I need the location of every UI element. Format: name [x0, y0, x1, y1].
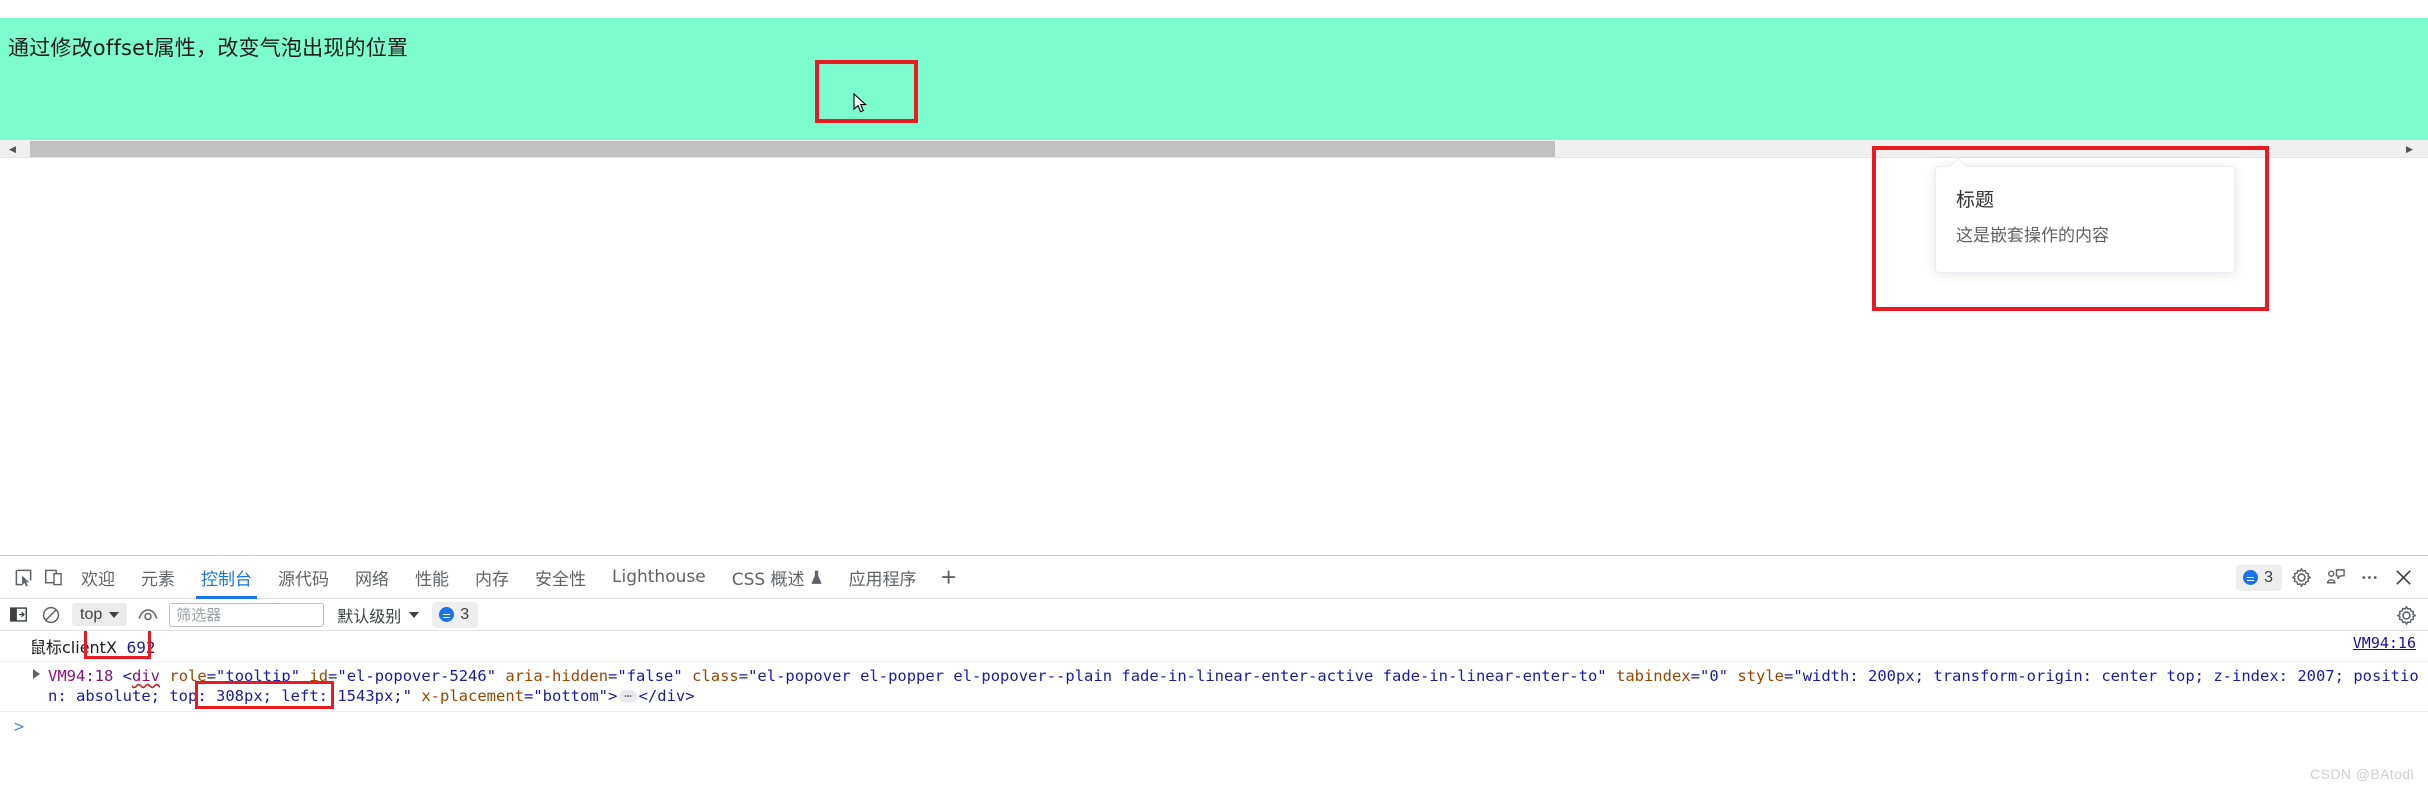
attr-value-x-placement: bottom: [542, 687, 599, 705]
issues-badge[interactable]: 3: [2236, 564, 2282, 591]
log-message-prefix: 鼠标clientX: [30, 638, 117, 657]
attr-value-aria-hidden: false: [626, 667, 674, 685]
level-label: 默认级别: [337, 606, 402, 626]
clear-console-icon[interactable]: [39, 603, 63, 627]
tab-network[interactable]: 网络: [342, 556, 402, 599]
style-top: top: 308px;: [169, 687, 272, 705]
message-bubble-icon: [2243, 570, 2259, 585]
console-input-prompt[interactable]: >: [0, 712, 2428, 742]
attr-value-tabindex: 0: [1709, 667, 1719, 685]
console-issues-count: 3: [460, 605, 470, 623]
tab-label: 源代码: [278, 569, 329, 590]
console-settings-gear-icon[interactable]: [2394, 603, 2418, 627]
feedback-icon[interactable]: [2320, 563, 2350, 593]
tab-sources[interactable]: 源代码: [265, 556, 342, 599]
style-left: left: 1543px;: [281, 687, 403, 705]
tab-label: 应用程序: [848, 569, 917, 590]
collapsed-content-icon[interactable]: ⋯: [619, 690, 637, 703]
log-source-link[interactable]: VM94:16: [2353, 634, 2416, 652]
popover-content: 这是嵌套操作的内容: [1956, 226, 2109, 247]
console-sidebar-toggle-icon[interactable]: [6, 603, 30, 627]
attr-name-aria-hidden: aria-hidden: [505, 667, 609, 685]
scroll-right-arrow-icon[interactable]: ▶: [2401, 140, 2418, 158]
tab-application[interactable]: 应用程序: [836, 556, 930, 599]
tab-label: 性能: [415, 569, 449, 590]
console-toolbar-actions: [2394, 599, 2418, 631]
live-expression-eye-icon[interactable]: [136, 603, 160, 627]
tab-label: 控制台: [201, 569, 252, 590]
console-log-row[interactable]: 鼠标clientX 692 VM94:16: [0, 631, 2428, 662]
console-message-list[interactable]: 鼠标clientX 692 VM94:16 VM94:18 <div role=…: [0, 631, 2428, 789]
attr-name-x-placement: x-placement: [421, 687, 524, 705]
dom-tag-name: div: [132, 667, 161, 685]
log-level-selector[interactable]: 默认级别: [333, 603, 423, 627]
attr-name-role: role: [169, 667, 207, 685]
device-toolbar-icon[interactable]: [38, 562, 68, 592]
attr-name-id: id: [309, 667, 329, 685]
scroll-left-arrow-icon[interactable]: ◀: [4, 140, 21, 158]
watermark: CSDN @BAtodl: [2310, 766, 2414, 782]
console-toolbar: top 默认级别 3: [0, 599, 2428, 631]
tab-label: Lighthouse: [612, 567, 706, 587]
settings-gear-icon[interactable]: [2286, 563, 2316, 593]
more-options-icon[interactable]: [2354, 563, 2384, 593]
style-width: width: 200px;: [1802, 667, 1925, 685]
attr-name-style: style: [1737, 667, 1785, 685]
console-filter-input[interactable]: [169, 602, 325, 627]
element-popover: 标题 这是嵌套操作的内容: [1935, 157, 2235, 273]
log-message-value: 692: [126, 638, 156, 657]
attr-value-class: el-popover el-popper el-popover--plain f…: [757, 667, 1598, 685]
devtools-tabbar: 欢迎 元素 控制台 源代码 网络 性能 内存 安全性 Lighthouse CS…: [0, 556, 2428, 599]
inspect-element-icon[interactable]: [8, 562, 38, 592]
flask-icon: [810, 570, 823, 585]
issues-count: 3: [2264, 568, 2273, 586]
dom-close-tag: </div>: [638, 687, 695, 705]
scrollbar-thumb[interactable]: [30, 141, 1555, 157]
tab-label: 安全性: [535, 569, 586, 590]
close-devtools-icon[interactable]: [2388, 563, 2418, 593]
tab-label: 网络: [355, 569, 389, 590]
popover-title: 标题: [1956, 189, 1995, 211]
dom-source-link[interactable]: VM94:18: [48, 667, 113, 685]
attr-name-tabindex: tabindex: [1615, 667, 1691, 685]
devtools-panel: 欢迎 元素 控制台 源代码 网络 性能 内存 安全性 Lighthouse CS…: [0, 555, 2428, 789]
chevron-down-icon: [409, 611, 420, 618]
tab-memory[interactable]: 内存: [462, 556, 522, 599]
attr-value-role: tooltip: [225, 667, 291, 685]
console-issues-badge[interactable]: 3: [432, 601, 479, 628]
tab-console[interactable]: 控制台: [188, 556, 265, 599]
tab-label: 欢迎: [81, 569, 115, 590]
tab-performance[interactable]: 性能: [402, 556, 462, 599]
tab-label: 元素: [141, 569, 175, 590]
tab-welcome[interactable]: 欢迎: [68, 556, 128, 599]
banner-text: 通过修改offset属性，改变气泡出现的位置: [8, 36, 409, 60]
tab-security[interactable]: 安全性: [522, 556, 599, 599]
prompt-chevron-icon: >: [14, 717, 25, 737]
attr-value-id: el-popover-5246: [346, 667, 487, 685]
expand-triangle-icon[interactable]: [33, 669, 40, 679]
mouse-pointer-icon: [853, 93, 868, 113]
chevron-down-icon: [109, 611, 120, 618]
add-panel-button[interactable]: +: [930, 556, 968, 599]
tab-label: CSS 概述: [731, 569, 805, 590]
execution-context-selector[interactable]: top: [72, 603, 128, 626]
context-label: top: [80, 605, 103, 623]
tab-elements[interactable]: 元素: [128, 556, 188, 599]
web-page-viewport: 通过修改offset属性，改变气泡出现的位置 ◀ ▶ 标题 这是嵌套操作的内容: [0, 0, 2428, 555]
style-transform-origin: transform-origin: center top;: [1933, 667, 2204, 685]
console-dom-row[interactable]: VM94:18 <div role="tooltip" id="el-popov…: [0, 662, 2428, 712]
attr-name-class: class: [692, 667, 739, 685]
style-z-index: z-index: 2007;: [2213, 667, 2344, 685]
tab-label: 内存: [475, 569, 509, 590]
devtools-tabbar-actions: 3: [2236, 556, 2418, 599]
tab-css-overview[interactable]: CSS 概述: [719, 556, 836, 599]
message-bubble-icon: [439, 607, 455, 622]
green-demo-banner: 通过修改offset属性，改变气泡出现的位置: [0, 18, 2428, 140]
tab-lighthouse[interactable]: Lighthouse: [599, 556, 719, 599]
